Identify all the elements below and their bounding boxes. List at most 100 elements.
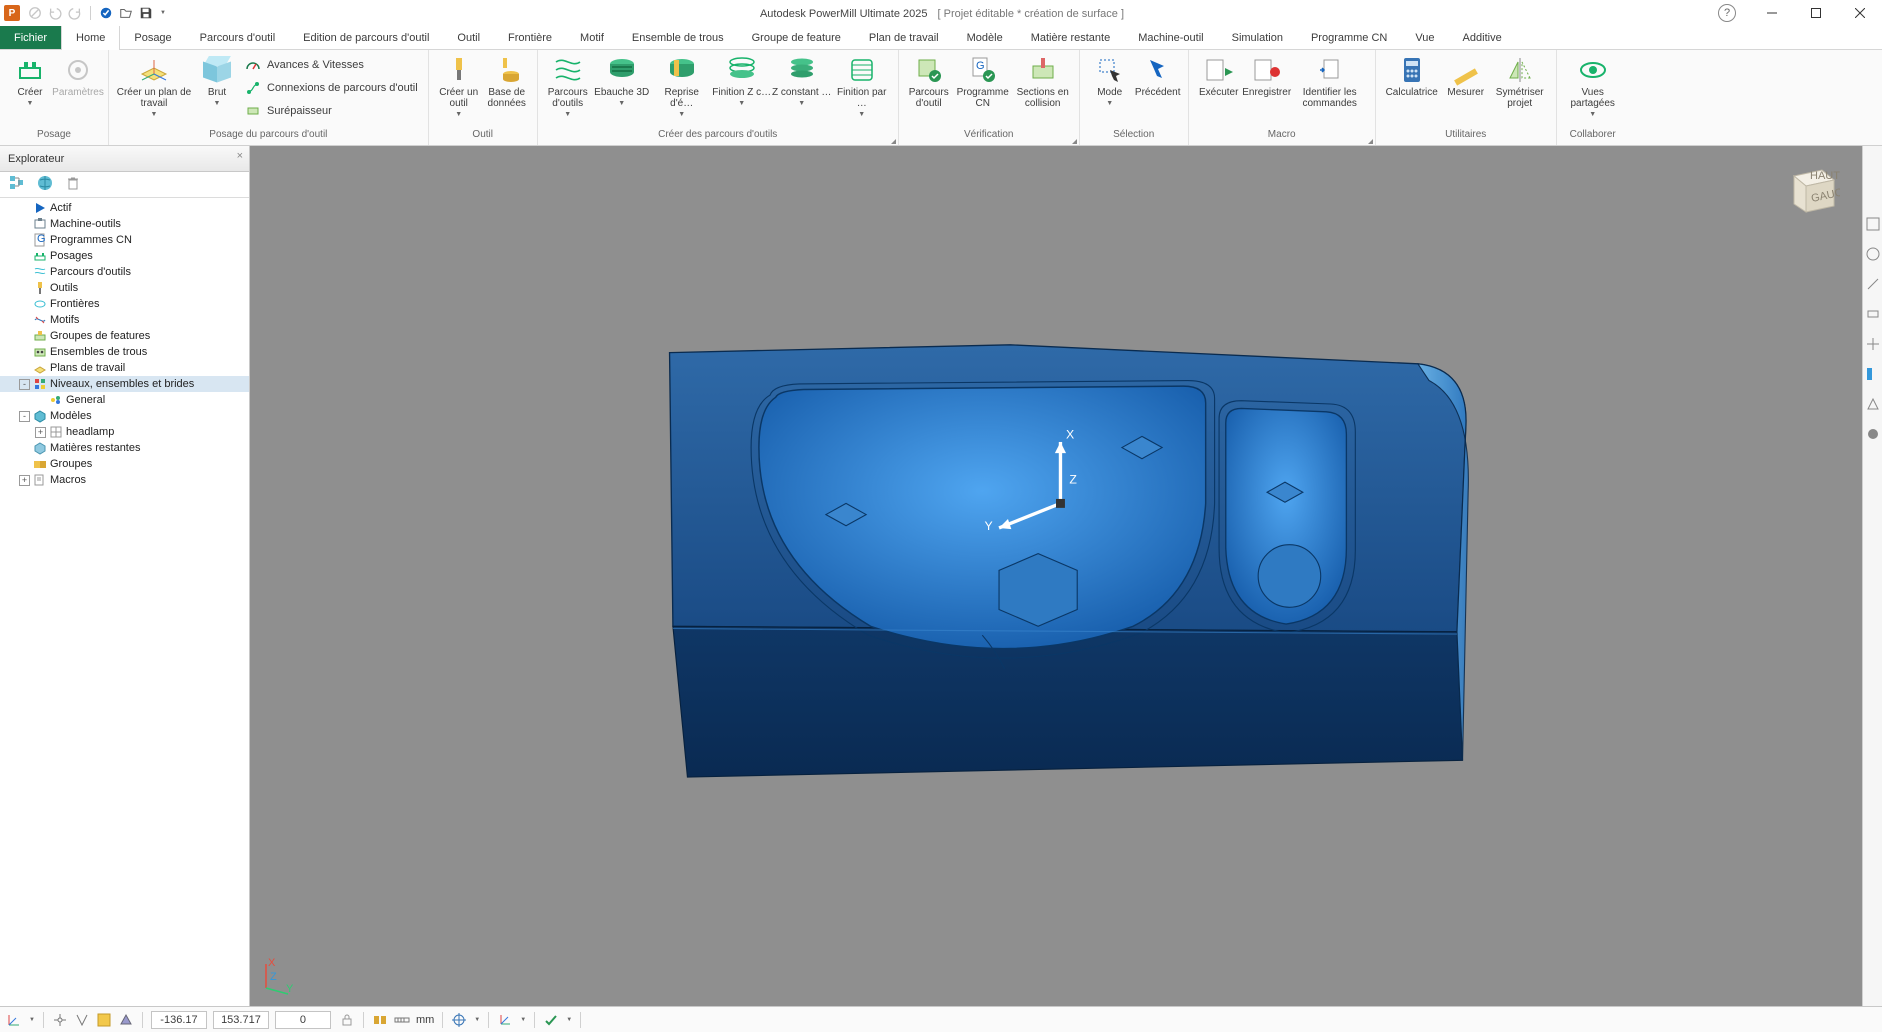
verif-parcours-button[interactable]: Parcours d'outil bbox=[905, 52, 953, 109]
rtool-7-icon[interactable] bbox=[1865, 396, 1881, 412]
status-grid-icon[interactable] bbox=[96, 1012, 112, 1028]
explorer-close-icon[interactable]: × bbox=[237, 150, 243, 162]
qat-undo-icon[interactable] bbox=[48, 6, 62, 20]
maximize-button[interactable] bbox=[1794, 0, 1838, 26]
status-triad-icon[interactable] bbox=[497, 1012, 513, 1028]
tree-item[interactable]: +Macros bbox=[0, 472, 249, 488]
tree-item[interactable]: GProgrammes CN bbox=[0, 232, 249, 248]
rtool-8-icon[interactable] bbox=[1865, 426, 1881, 442]
sections-collision-button[interactable]: Sections en collision bbox=[1013, 52, 1073, 109]
tree-item[interactable]: Parcours d'outils bbox=[0, 264, 249, 280]
tree-item[interactable]: Matières restantes bbox=[0, 440, 249, 456]
reprise-ebauche-button[interactable]: Reprise d'é…▼ bbox=[652, 52, 712, 118]
creer-plan-travail-button[interactable]: Créer un plan de travail▼ bbox=[115, 52, 193, 118]
tree-item[interactable]: Groupes bbox=[0, 456, 249, 472]
status-ruler-icon[interactable] bbox=[394, 1012, 410, 1028]
expand-icon[interactable]: - bbox=[19, 411, 30, 422]
status-target-icon[interactable] bbox=[451, 1012, 467, 1028]
tab-vue[interactable]: Vue bbox=[1401, 26, 1448, 49]
finition-par-button[interactable]: Finition par …▼ bbox=[832, 52, 892, 118]
status-check-icon[interactable] bbox=[543, 1012, 559, 1028]
dialog-launcher-icon[interactable] bbox=[1072, 139, 1077, 144]
tab-parcours-outil[interactable]: Parcours d'outil bbox=[186, 26, 289, 49]
tab-matiere-restante[interactable]: Matière restante bbox=[1017, 26, 1124, 49]
tree-item[interactable]: -Modèles bbox=[0, 408, 249, 424]
executer-button[interactable]: Exécuter bbox=[1195, 52, 1243, 98]
tree-item[interactable]: Frontières bbox=[0, 296, 249, 312]
creer-outil-button[interactable]: Créer un outil▼ bbox=[435, 52, 483, 118]
explorer-trash-icon[interactable] bbox=[64, 174, 82, 195]
parametres-button[interactable]: Paramètres bbox=[54, 52, 102, 98]
explorer-tree[interactable]: ActifMachine-outilsGProgrammes CNPosages… bbox=[0, 198, 249, 1006]
tree-item[interactable]: Motifs bbox=[0, 312, 249, 328]
expand-icon[interactable]: - bbox=[19, 379, 30, 390]
rtool-6-icon[interactable] bbox=[1865, 366, 1881, 382]
tree-item[interactable]: -Niveaux, ensembles et brides bbox=[0, 376, 249, 392]
z-constant-button[interactable]: Z constant …▼ bbox=[772, 52, 832, 107]
status-units-icon[interactable] bbox=[372, 1012, 388, 1028]
tab-plan-travail[interactable]: Plan de travail bbox=[855, 26, 953, 49]
explorer-tree-icon[interactable] bbox=[8, 174, 26, 195]
finition-z-button[interactable]: Finition Z c…▼ bbox=[712, 52, 772, 107]
coord-x[interactable]: -136.17 bbox=[151, 1011, 207, 1029]
calculatrice-button[interactable]: Calculatrice bbox=[1382, 52, 1442, 98]
tab-programme-cn[interactable]: Programme CN bbox=[1297, 26, 1401, 49]
tree-item[interactable]: Outils bbox=[0, 280, 249, 296]
status-axis-icon[interactable] bbox=[6, 1012, 22, 1028]
minimize-button[interactable] bbox=[1750, 0, 1794, 26]
view-cube[interactable]: HAUT GAUCHE bbox=[1782, 162, 1840, 224]
status-lock-icon[interactable] bbox=[339, 1012, 355, 1028]
close-button[interactable] bbox=[1838, 0, 1882, 26]
tree-item[interactable]: General bbox=[0, 392, 249, 408]
expand-icon[interactable]: + bbox=[35, 427, 46, 438]
coord-y[interactable]: 153.717 bbox=[213, 1011, 269, 1029]
precedent-button[interactable]: Précédent bbox=[1134, 52, 1182, 98]
tab-posage[interactable]: Posage bbox=[120, 26, 185, 49]
qat-save-icon[interactable] bbox=[139, 6, 153, 20]
tab-frontiere[interactable]: Frontière bbox=[494, 26, 566, 49]
qat-cancel-icon[interactable] bbox=[28, 6, 42, 20]
mesurer-button[interactable]: Mesurer bbox=[1442, 52, 1490, 98]
tab-machine-outil[interactable]: Machine-outil bbox=[1124, 26, 1217, 49]
creer-button[interactable]: Créer▼ bbox=[6, 52, 54, 107]
dialog-launcher-icon[interactable] bbox=[891, 139, 896, 144]
tree-item[interactable]: Plans de travail bbox=[0, 360, 249, 376]
dialog-launcher-icon[interactable] bbox=[1368, 139, 1373, 144]
enregistrer-button[interactable]: Enregistrer bbox=[1243, 52, 1291, 98]
rtool-5-icon[interactable] bbox=[1865, 336, 1881, 352]
tree-item[interactable]: +headlamp bbox=[0, 424, 249, 440]
tab-outil[interactable]: Outil bbox=[443, 26, 494, 49]
expand-icon[interactable]: + bbox=[19, 475, 30, 486]
tab-modele[interactable]: Modèle bbox=[953, 26, 1017, 49]
avances-vitesses-button[interactable]: Avances & Vitesses bbox=[241, 54, 422, 76]
symetriser-button[interactable]: Symétriser projet bbox=[1490, 52, 1550, 109]
rtool-1-icon[interactable] bbox=[1865, 216, 1881, 232]
rtool-2-icon[interactable] bbox=[1865, 246, 1881, 262]
tree-item[interactable]: Actif bbox=[0, 200, 249, 216]
tab-ensemble-trous[interactable]: Ensemble de trous bbox=[618, 26, 738, 49]
tree-item[interactable]: Posages bbox=[0, 248, 249, 264]
identifier-commandes-button[interactable]: Identifier les commandes bbox=[1291, 52, 1369, 109]
explorer-globe-icon[interactable] bbox=[36, 174, 54, 195]
ebauche-3d-button[interactable]: Ebauche 3D▼ bbox=[592, 52, 652, 107]
qat-open-icon[interactable] bbox=[119, 6, 133, 20]
vues-partagees-button[interactable]: Vues partagées▼ bbox=[1563, 52, 1623, 118]
status-ortho-icon[interactable] bbox=[74, 1012, 90, 1028]
base-donnees-button[interactable]: Base de données bbox=[483, 52, 531, 109]
help-icon[interactable]: ? bbox=[1718, 4, 1736, 22]
verif-programme-cn-button[interactable]: G Programme CN bbox=[953, 52, 1013, 109]
tab-home[interactable]: Home bbox=[61, 26, 120, 49]
tab-additive[interactable]: Additive bbox=[1449, 26, 1516, 49]
tree-item[interactable]: Ensembles de trous bbox=[0, 344, 249, 360]
connexions-parcours-button[interactable]: Connexions de parcours d'outil bbox=[241, 77, 422, 99]
mode-button[interactable]: Mode▼ bbox=[1086, 52, 1134, 107]
tab-motif[interactable]: Motif bbox=[566, 26, 618, 49]
viewport-3d[interactable]: X Y Z HAUT GAUCHE X Y Z bbox=[250, 146, 1862, 1006]
parcours-outils-button[interactable]: Parcours d'outils▼ bbox=[544, 52, 592, 118]
status-snap-icon[interactable] bbox=[52, 1012, 68, 1028]
tree-item[interactable]: Machine-outils bbox=[0, 216, 249, 232]
coord-z[interactable]: 0 bbox=[275, 1011, 331, 1029]
qat-check-icon[interactable] bbox=[99, 6, 113, 20]
tab-fichier[interactable]: Fichier bbox=[0, 26, 61, 49]
surepaisseur-button[interactable]: Surépaisseur bbox=[241, 100, 422, 122]
